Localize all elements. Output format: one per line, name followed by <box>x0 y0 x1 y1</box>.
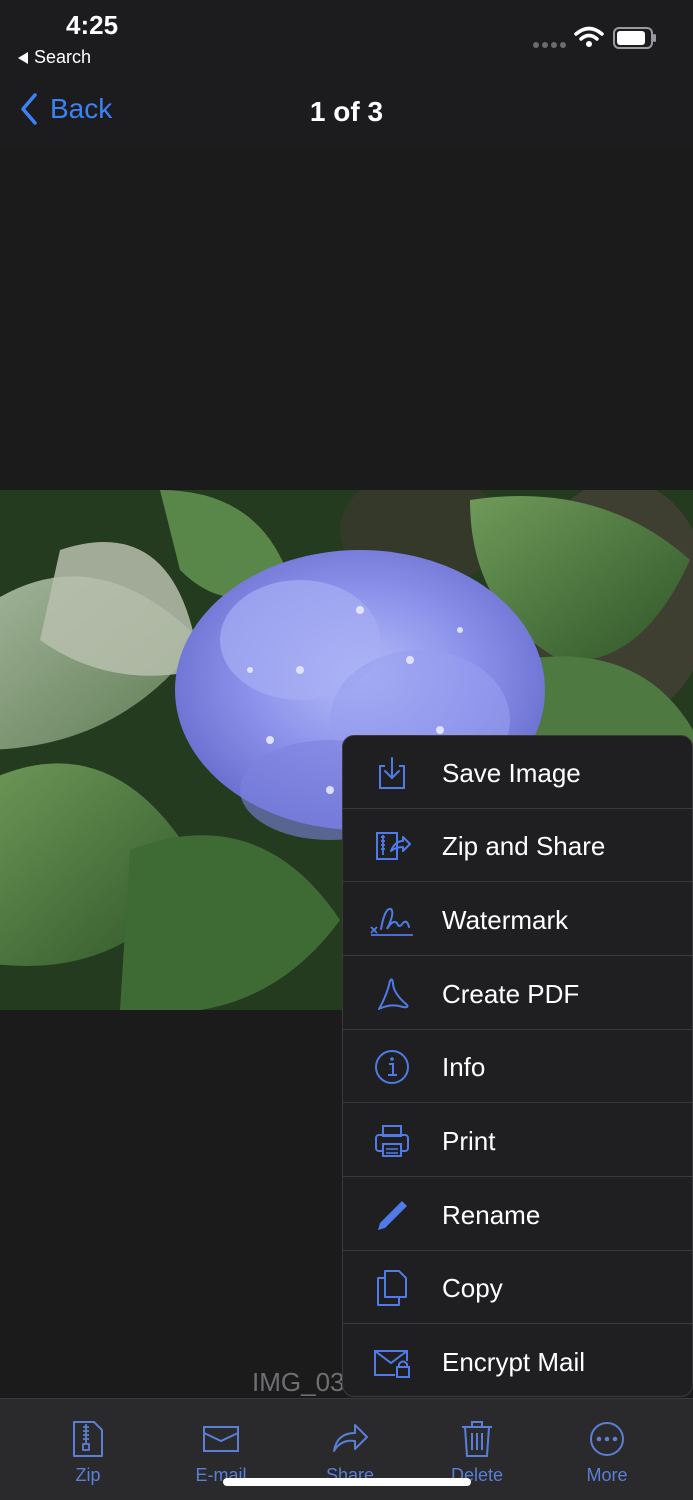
menu-item-label: Copy <box>442 1273 503 1303</box>
menu-item-label: Print <box>442 1126 496 1156</box>
share-arrow-icon <box>333 1424 368 1452</box>
pdf-icon <box>378 978 409 1010</box>
tab-label: More <box>586 1465 628 1485</box>
cellular-signal-icon <box>533 42 566 48</box>
watermark-signature-icon <box>370 907 413 936</box>
menu-item-rename[interactable]: Rename <box>343 1178 692 1251</box>
zip-share-icon <box>376 832 411 860</box>
menu-item-label: Rename <box>442 1200 541 1230</box>
menu-item-label: Save Image <box>442 758 581 788</box>
tab-zip[interactable]: Zip <box>43 1419 133 1489</box>
info-icon <box>375 1050 409 1084</box>
menu-item-copy[interactable]: Copy <box>343 1251 692 1324</box>
menu-item-label: Info <box>442 1052 486 1082</box>
menu-item-print[interactable]: Print <box>343 1104 692 1177</box>
print-icon <box>375 1125 409 1157</box>
back-to-app-link[interactable]: Search <box>18 47 91 68</box>
status-bar: 4:25 Search <box>0 0 693 80</box>
menu-item-watermark[interactable]: Watermark <box>343 883 692 956</box>
page-title: 1 of 3 <box>309 96 384 127</box>
menu-item-create-pdf[interactable]: Create PDF <box>343 957 692 1030</box>
menu-item-label: Encrypt Mail <box>442 1347 586 1377</box>
image-filename: IMG_03 <box>252 1367 345 1397</box>
pencil-icon <box>378 1201 407 1230</box>
home-indicator[interactable] <box>223 1478 471 1486</box>
wifi-icon <box>574 26 604 47</box>
menu-item-encrypt-mail[interactable]: Encrypt Mail <box>343 1325 692 1396</box>
actions-menu: Save Image Zip and Share Watermark Creat… <box>342 735 693 1397</box>
back-triangle-icon <box>18 51 28 64</box>
menu-item-label: Zip and Share <box>442 831 606 861</box>
tab-more[interactable]: More <box>562 1419 652 1489</box>
encrypt-mail-icon <box>374 1350 410 1378</box>
envelope-icon <box>203 1426 239 1452</box>
menu-item-save-image[interactable]: Save Image <box>343 736 692 809</box>
tab-label: Zip <box>75 1465 101 1485</box>
menu-item-label: Watermark <box>442 905 569 935</box>
trash-icon <box>462 1421 492 1457</box>
status-time: 4:25 <box>66 10 119 40</box>
menu-item-label: Create PDF <box>442 979 580 1009</box>
more-ellipsis-icon <box>590 1422 624 1456</box>
back-to-app-label: Search <box>34 47 92 67</box>
navigation-bar: Back 1 of 3 <box>0 80 693 146</box>
save-image-icon <box>379 757 405 789</box>
menu-item-zip-and-share[interactable]: Zip and Share <box>343 809 692 882</box>
battery-icon <box>613 27 656 49</box>
menu-item-info[interactable]: Info <box>343 1030 692 1103</box>
copy-icon <box>377 1270 407 1306</box>
zip-file-icon <box>73 1421 103 1457</box>
